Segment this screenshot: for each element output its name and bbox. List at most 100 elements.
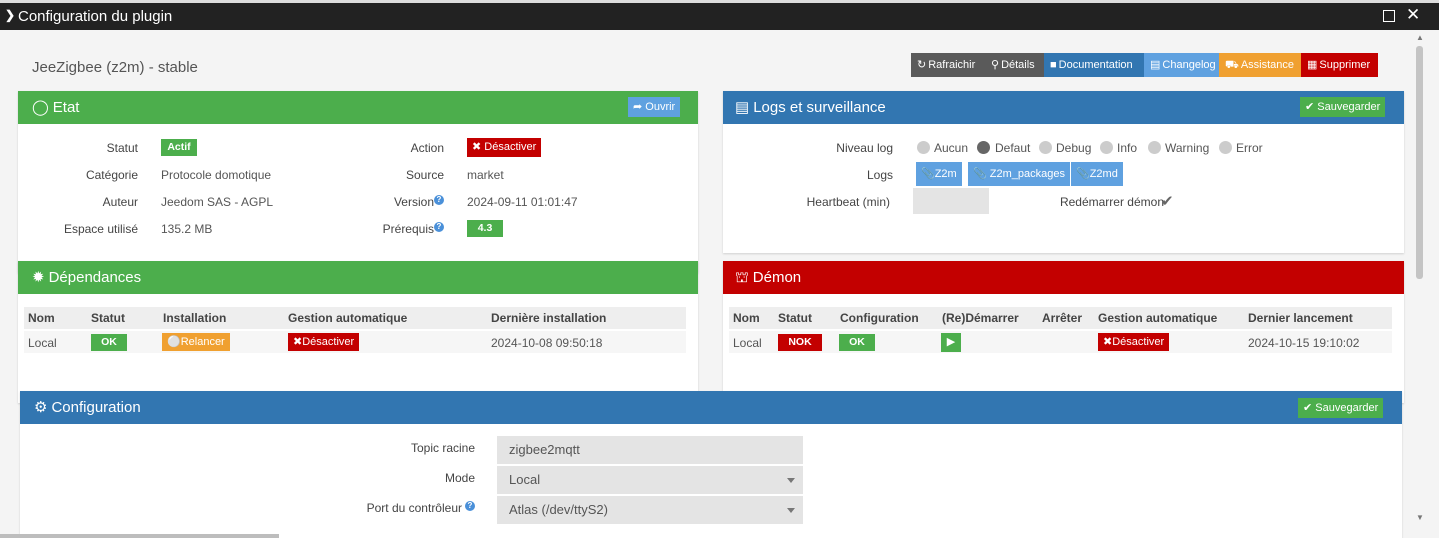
radio-warning[interactable] [1148, 141, 1161, 154]
play-icon: ▶ [946, 336, 956, 348]
close-icon[interactable]: ✕ [1406, 5, 1420, 25]
source-value: market [467, 168, 504, 182]
assistance-button[interactable]: ⛟ Assistance [1219, 53, 1301, 77]
dependances-header: ✹ Dépendances [18, 261, 698, 294]
etat-header: ◯ Etat [18, 91, 698, 124]
level-defaut-label: Defaut [995, 141, 1031, 155]
col-dernier: Dernier lancement [1248, 311, 1353, 325]
scrollbar-thumb[interactable] [1416, 46, 1423, 279]
status-badge: Actif [161, 139, 197, 156]
configuration-panel: ⚙ Configuration ✔ Sauvegarder Topic racin… [20, 391, 1402, 538]
demon-panel: ⛫ Démon Nom Statut Configuration (Re)Déma… [723, 261, 1404, 403]
niveau-log-label: Niveau log [836, 141, 893, 155]
etat-deactivate-button[interactable]: ✖ Désactiver [467, 138, 542, 157]
espace-label: Espace utilisé [63, 222, 138, 236]
open-button[interactable]: ➦ Ouvrir [628, 97, 681, 117]
radio-defaut[interactable] [977, 141, 990, 154]
trash-icon: ▦ [1307, 59, 1318, 71]
demon-config-badge: OK [839, 334, 875, 351]
check-circle-icon: ✔ [1303, 402, 1313, 414]
book-icon: ■ [1050, 59, 1057, 71]
details-button[interactable]: ⚲ Détails [985, 53, 1044, 77]
times-icon: ✖ [293, 336, 303, 348]
port-select[interactable]: Atlas (/dev/ttyS2) [497, 496, 803, 524]
paperclip-icon: 📎 [973, 168, 987, 180]
check-circle-icon: ✔ [1305, 101, 1315, 113]
etat-panel: ◯ Etat ➦ Ouvrir Statut Actif Catégorie Pr… [18, 91, 698, 273]
level-debug-label: Debug [1056, 141, 1092, 155]
refresh-icon: ↻ [917, 59, 927, 71]
relaunch-button[interactable]: ⚪Relancer [162, 333, 230, 351]
col-redemarrer: (Re)Démarrer [942, 311, 1019, 325]
demon-deactivate-button[interactable]: ✖Désactiver [1098, 333, 1170, 351]
paperclip-icon: 📎 [921, 168, 935, 180]
changelog-button[interactable]: ▤ Changelog [1144, 53, 1219, 77]
times-icon: ✖ [1103, 336, 1113, 348]
dep-deactivate-button[interactable]: ✖Désactiver [288, 333, 360, 351]
restart-checkbox[interactable]: ✔ [1161, 192, 1174, 210]
ambulance-icon: ⛟ [1225, 59, 1239, 71]
restart-daemon-label: Redémarrer démon [1059, 195, 1164, 209]
action-label: Action [410, 141, 444, 155]
mode-select[interactable]: Local [497, 466, 803, 494]
col-gestion: Gestion automatique [1098, 311, 1218, 325]
radio-error[interactable] [1219, 141, 1232, 154]
caret-down-icon [787, 478, 795, 483]
window-title: Configuration du plugin [18, 8, 173, 25]
refresh-button[interactable]: ↻ Rafraichir [911, 53, 985, 77]
auteur-value: Jeedom SAS - AGPL [161, 195, 274, 209]
cogs-icon: ⚙ [34, 399, 48, 416]
prerequis-badge: 4.3 [467, 220, 503, 237]
col-gestion: Gestion automatique [288, 311, 408, 325]
espace-value: 135.2 MB [161, 222, 213, 236]
topic-label: Topic racine [410, 441, 475, 455]
demon-header: ⛫ Démon [723, 261, 1404, 294]
logs-panel: ▤ Logs et surveillance ✔ Sauvegarder Nive… [723, 91, 1404, 253]
version-value: 2024-09-11 01:01:47 [467, 195, 578, 209]
documentation-button[interactable]: ■ Documentation [1044, 53, 1144, 77]
level-info-label: Info [1117, 141, 1138, 155]
chevron-right-icon[interactable]: ❯ [5, 8, 15, 22]
col-arreter: Arrêter [1042, 311, 1083, 325]
radio-info[interactable] [1100, 141, 1113, 154]
configuration-header: ⚙ Configuration [20, 391, 1402, 424]
scroll-up-icon[interactable]: ▲ [1416, 33, 1424, 42]
paperclip-icon: 📎 [1076, 168, 1090, 180]
question-icon[interactable]: ? [434, 222, 444, 232]
file-icon: ▤ [1150, 59, 1161, 71]
log-z2m-packages-button[interactable]: 📎 Z2m_packages [968, 162, 1070, 186]
university-icon: ⛫ [735, 269, 749, 286]
col-nom: Nom [733, 311, 760, 325]
dialog-content: JeeZigbee (z2m) - stable ↻ Rafraichir ⚲ Dé… [0, 30, 1439, 538]
log-z2md-button[interactable]: 📎Z2md [1071, 162, 1123, 186]
maximize-icon[interactable] [1383, 10, 1395, 22]
logs-save-button[interactable]: ✔ Sauvegarder [1300, 97, 1386, 117]
start-daemon-button[interactable]: ▶ [941, 333, 961, 352]
file-text-icon: ▤ [735, 99, 750, 116]
caret-down-icon [787, 508, 795, 513]
dependances-panel: ✹ Dépendances Nom Statut Installation Ges… [18, 261, 698, 403]
question-icon[interactable]: ? [465, 501, 475, 511]
auteur-label: Auteur [102, 195, 138, 209]
horizontal-scrollbar[interactable] [0, 534, 279, 538]
search-icon: ⚲ [991, 59, 1000, 71]
dep-nom: Local [28, 336, 57, 350]
col-configuration: Configuration [840, 311, 919, 325]
col-nom: Nom [28, 311, 55, 325]
demon-nom: Local [733, 336, 762, 350]
config-save-button[interactable]: ✔ Sauvegarder [1298, 398, 1384, 418]
topic-input[interactable]: zigbee2mqtt [497, 436, 803, 464]
col-installation: Installation [163, 311, 227, 325]
delete-button[interactable]: ▦ Supprimer [1301, 53, 1378, 77]
demon-status-badge: NOK [778, 334, 822, 351]
heartbeat-input[interactable] [913, 188, 989, 214]
question-icon[interactable]: ? [434, 195, 444, 205]
radio-debug[interactable] [1039, 141, 1052, 154]
radio-aucun[interactable] [917, 141, 930, 154]
col-statut: Statut [91, 311, 125, 325]
scroll-down-icon[interactable]: ▼ [1416, 513, 1424, 522]
circle-notch-icon: ◯ [32, 99, 49, 116]
table-row: Local NOK OK ▶ ✖Désactiver 2024-10-15 19… [729, 331, 1392, 353]
log-z2m-button[interactable]: 📎Z2m [916, 162, 962, 186]
plugin-name: JeeZigbee (z2m) - stable [32, 59, 198, 76]
